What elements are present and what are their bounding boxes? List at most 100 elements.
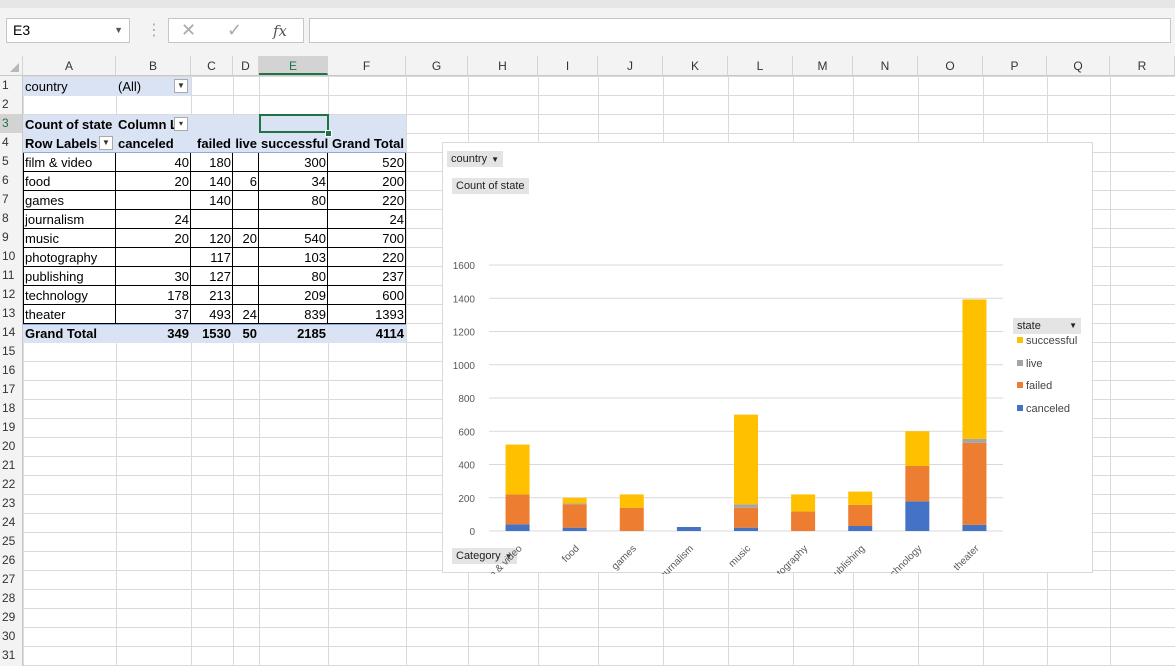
row-header-6[interactable]: 6 — [0, 171, 22, 190]
pivot-value-total[interactable]: 200 — [328, 172, 406, 191]
column-header-l[interactable]: L — [728, 56, 793, 75]
pivot-header-grand-total[interactable]: Grand Total — [328, 134, 406, 153]
grand-total-canceled[interactable]: 349 — [116, 324, 191, 343]
column-header-j[interactable]: J — [598, 56, 663, 75]
pivot-row-label[interactable]: publishing — [23, 267, 116, 286]
row-header-15[interactable]: 15 — [0, 342, 22, 361]
pivot-value-canceled[interactable]: 20 — [116, 172, 191, 191]
pivot-value-total[interactable]: 220 — [328, 248, 406, 267]
formula-input[interactable] — [309, 18, 1171, 43]
pivot-value-total[interactable]: 220 — [328, 191, 406, 210]
pivot-row-label[interactable]: music — [23, 229, 116, 248]
row-header-8[interactable]: 8 — [0, 209, 22, 228]
pivot-value-successful[interactable]: 34 — [259, 172, 328, 191]
column-header-p[interactable]: P — [983, 56, 1047, 75]
pivot-value-failed[interactable]: 180 — [191, 153, 233, 172]
pivot-value-failed[interactable]: 120 — [191, 229, 233, 248]
pivot-value-live[interactable] — [233, 286, 259, 305]
pivot-value-successful[interactable]: 839 — [259, 305, 328, 324]
grand-total-live[interactable]: 50 — [233, 324, 259, 343]
pivot-value-live[interactable] — [233, 210, 259, 229]
pivot-header-live[interactable]: live — [233, 134, 259, 153]
row-header-14[interactable]: 14 — [0, 323, 22, 342]
pivot-value-failed[interactable]: 140 — [191, 172, 233, 191]
pivot-value-failed[interactable] — [191, 210, 233, 229]
grand-total-total[interactable]: 4114 — [328, 324, 406, 343]
pivot-value-live[interactable]: 6 — [233, 172, 259, 191]
pivot-chart[interactable]: country ▼ Count of state Category ▼ 0 200 40… — [442, 142, 1093, 574]
row-header-5[interactable]: 5 — [0, 152, 22, 171]
more-options-icon[interactable]: ⋮ — [146, 20, 162, 40]
row-header-4[interactable]: 4 — [0, 133, 22, 152]
row-header-10[interactable]: 10 — [0, 247, 22, 266]
pivot-value-canceled[interactable]: 30 — [116, 267, 191, 286]
row-header-25[interactable]: 25 — [0, 532, 22, 551]
column-header-d[interactable]: D — [233, 56, 259, 75]
pivot-value-canceled[interactable]: 24 — [116, 210, 191, 229]
row-header-20[interactable]: 20 — [0, 437, 22, 456]
pivot-value-successful[interactable]: 80 — [259, 191, 328, 210]
column-header-g[interactable]: G — [406, 56, 468, 75]
pivot-row-label[interactable]: games — [23, 191, 116, 210]
row-header-26[interactable]: 26 — [0, 551, 22, 570]
row-header-27[interactable]: 27 — [0, 570, 22, 589]
row-header-28[interactable]: 28 — [0, 589, 22, 608]
pivot-value-live[interactable] — [233, 153, 259, 172]
pivot-value-successful[interactable]: 540 — [259, 229, 328, 248]
pivot-value-total[interactable]: 700 — [328, 229, 406, 248]
enter-icon[interactable]: ✓ — [227, 20, 242, 41]
row-header-24[interactable]: 24 — [0, 513, 22, 532]
pivot-value-canceled[interactable] — [116, 191, 191, 210]
pivot-filter-label[interactable]: country — [23, 77, 116, 96]
pivot-value-canceled[interactable]: 37 — [116, 305, 191, 324]
column-header-o[interactable]: O — [918, 56, 983, 75]
pivot-value-successful[interactable]: 300 — [259, 153, 328, 172]
row-header-2[interactable]: 2 — [0, 95, 22, 114]
row-header-11[interactable]: 11 — [0, 266, 22, 285]
pivot-value-live[interactable]: 20 — [233, 229, 259, 248]
row-header-29[interactable]: 29 — [0, 608, 22, 627]
legend-item-canceled[interactable]: canceled — [1017, 403, 1070, 415]
pivot-value-total[interactable]: 237 — [328, 267, 406, 286]
grand-total-label[interactable]: Grand Total — [23, 324, 116, 343]
pivot-value-live[interactable] — [233, 248, 259, 267]
column-header-b[interactable]: B — [116, 56, 191, 75]
legend-item-live[interactable]: live — [1017, 358, 1043, 370]
pivot-row-label[interactable]: journalism — [23, 210, 116, 229]
pivot-value-total[interactable]: 600 — [328, 286, 406, 305]
name-box[interactable]: E3 ▼ — [6, 18, 130, 43]
column-header-k[interactable]: K — [663, 56, 728, 75]
row-filter-icon[interactable]: ▼ — [99, 136, 113, 150]
column-header-q[interactable]: Q — [1047, 56, 1110, 75]
pivot-header-successful[interactable]: successful — [259, 134, 328, 153]
legend-field-button[interactable]: state ▼ — [1013, 318, 1081, 334]
row-header-12[interactable]: 12 — [0, 285, 22, 304]
column-header-i[interactable]: I — [538, 56, 598, 75]
active-cell-selection[interactable] — [259, 114, 329, 133]
row-header-9[interactable]: 9 — [0, 228, 22, 247]
column-header-r[interactable]: R — [1110, 56, 1175, 75]
pivot-value-failed[interactable]: 493 — [191, 305, 233, 324]
pivot-value-canceled[interactable]: 20 — [116, 229, 191, 248]
grand-total-failed[interactable]: 1530 — [191, 324, 233, 343]
column-header-h[interactable]: H — [468, 56, 538, 75]
pivot-value-total[interactable]: 1393 — [328, 305, 406, 324]
pivot-value-canceled[interactable]: 178 — [116, 286, 191, 305]
pivot-header-failed[interactable]: failed — [191, 134, 233, 153]
column-header-e[interactable]: E — [259, 56, 328, 75]
legend-item-successful[interactable]: successful — [1017, 335, 1077, 347]
pivot-value-canceled[interactable] — [116, 248, 191, 267]
pivot-header-canceled[interactable]: canceled — [116, 134, 191, 153]
pivot-value-live[interactable] — [233, 267, 259, 286]
cancel-icon[interactable]: ✕ — [181, 20, 196, 41]
column-header-f[interactable]: F — [328, 56, 406, 75]
pivot-value-live[interactable]: 24 — [233, 305, 259, 324]
row-header-30[interactable]: 30 — [0, 627, 22, 646]
pivot-value-failed[interactable]: 213 — [191, 286, 233, 305]
row-header-21[interactable]: 21 — [0, 456, 22, 475]
column-header-a[interactable]: A — [23, 56, 116, 75]
row-header-17[interactable]: 17 — [0, 380, 22, 399]
row-header-19[interactable]: 19 — [0, 418, 22, 437]
row-header-13[interactable]: 13 — [0, 304, 22, 323]
row-header-3[interactable]: 3 — [0, 114, 22, 133]
